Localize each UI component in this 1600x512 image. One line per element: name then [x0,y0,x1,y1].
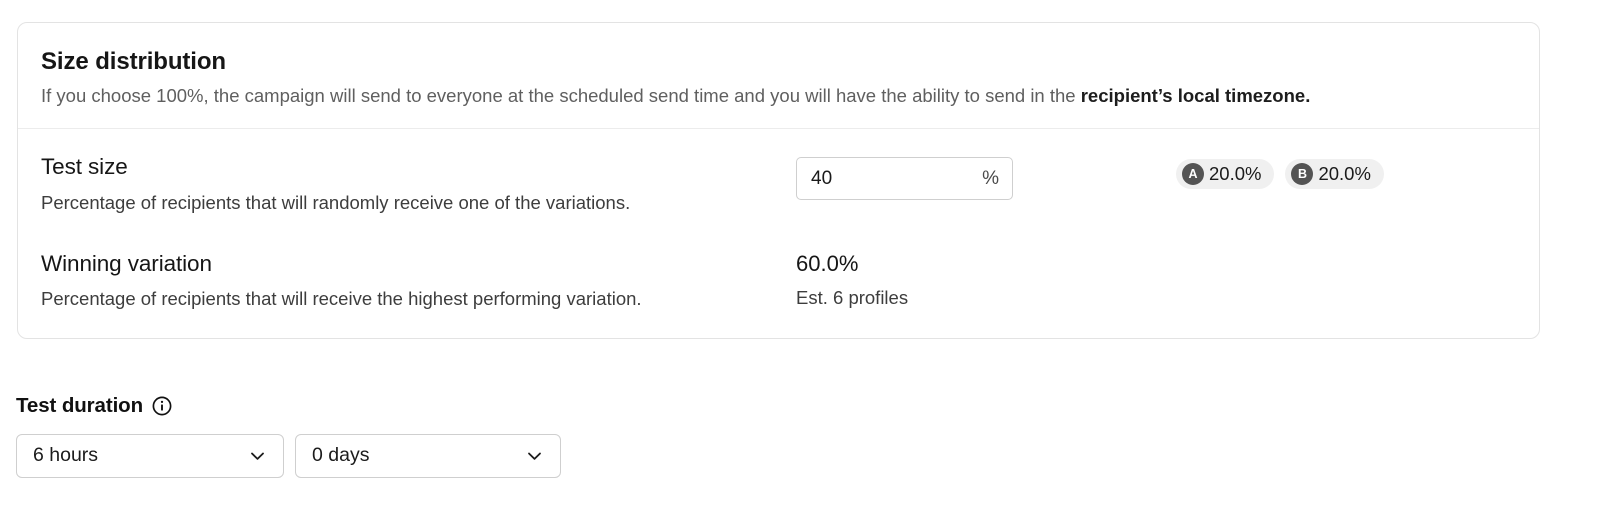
variation-b-percent: 20.0% [1318,165,1370,184]
card-subtitle-emphasis: recipient’s local timezone. [1081,85,1311,106]
duration-days-select[interactable]: 0 days [295,434,561,478]
size-distribution-page: Size distribution If you choose 100%, th… [0,0,1600,512]
test-size-description: Percentage of recipients that will rando… [41,191,796,214]
variation-badge-b: B 20.0% [1285,159,1383,189]
winning-variation-title: Winning variation [41,250,796,278]
test-size-row: Test size Percentage of recipients that … [41,153,1515,213]
test-size-title: Test size [41,153,796,181]
variation-b-avatar: B [1291,163,1313,185]
variation-a-percent: 20.0% [1209,165,1261,184]
test-size-input-wrapper: % [796,157,1013,200]
page-title: Size distribution [41,49,1515,75]
test-duration-heading: Test duration [16,396,561,417]
winning-variation-description: Percentage of recipients that will recei… [41,287,796,310]
chevron-down-icon [249,447,266,464]
test-size-input[interactable] [796,157,1013,200]
winning-variation-row: Winning variation Percentage of recipien… [41,250,1515,310]
card-body: Test size Percentage of recipients that … [18,129,1539,338]
test-size-labels: Test size Percentage of recipients that … [41,153,796,213]
winning-variation-estimate: Est. 6 profiles [796,286,1013,309]
size-distribution-card: Size distribution If you choose 100%, th… [17,22,1540,339]
info-circle-icon[interactable] [152,396,172,416]
test-duration-label: Test duration [16,396,143,417]
duration-selects: 6 hours 0 days [16,434,561,478]
winning-variation-percent: 60.0% [796,250,1013,278]
variation-badges: A 20.0% B 20.0% [1176,159,1384,189]
card-header: Size distribution If you choose 100%, th… [18,23,1539,129]
winning-variation-values: 60.0% Est. 6 profiles [796,250,1013,310]
duration-hours-value: 6 hours [17,446,98,466]
test-duration-section: Test duration 6 hours 0 days [16,396,561,478]
duration-hours-select[interactable]: 6 hours [16,434,284,478]
variation-a-avatar: A [1182,163,1204,185]
winning-variation-labels: Winning variation Percentage of recipien… [41,250,796,310]
card-subtitle: If you choose 100%, the campaign will se… [41,84,1515,108]
duration-days-value: 0 days [296,446,369,466]
card-subtitle-text: If you choose 100%, the campaign will se… [41,85,1081,106]
chevron-down-icon [526,447,543,464]
variation-badge-a: A 20.0% [1176,159,1274,189]
